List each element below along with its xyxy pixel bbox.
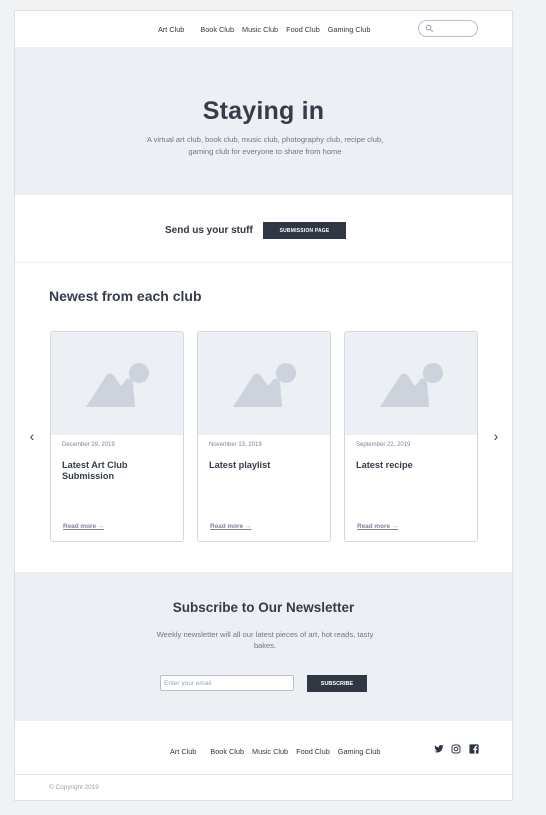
card-image-placeholder (345, 332, 477, 435)
nav-link-music-club[interactable]: Music Club (242, 25, 278, 34)
copyright-text: © Copyright 2019 (49, 784, 99, 791)
search-input[interactable] (418, 20, 478, 37)
footer-link-food-club[interactable]: Food Club (296, 747, 330, 756)
read-more-link[interactable]: Read more → (210, 523, 251, 530)
club-card[interactable]: September 22, 2019 Latest recipe Read mo… (344, 331, 478, 542)
page: Art Club Book Club Music Club Food Club … (14, 10, 513, 801)
footer-link-book-club[interactable]: Book Club (210, 747, 244, 756)
card-title: Latest recipe (356, 460, 413, 470)
nav-link-art-club[interactable]: Art Club (158, 25, 184, 34)
footer: Art Club Book Club Music Club Food Club … (15, 721, 512, 775)
subscribe-button[interactable]: SUBSCRIBE (307, 675, 367, 692)
card-title: Latest playlist (209, 460, 271, 470)
top-nav: Art Club Book Club Music Club Food Club … (15, 11, 512, 47)
carousel-prev-arrow[interactable]: ‹ (27, 429, 37, 443)
carousel-next-arrow[interactable]: › (491, 429, 501, 443)
image-placeholder-icon (233, 363, 296, 407)
card-image-placeholder (198, 332, 330, 435)
image-placeholder-icon (86, 363, 149, 407)
footer-link-gaming-club[interactable]: Gaming Club (338, 747, 381, 756)
email-field[interactable] (160, 675, 294, 691)
nav-links: Art Club Book Club Music Club Food Club … (158, 25, 378, 34)
footer-links: Art Club Book Club Music Club Food Club … (170, 747, 388, 756)
card-date: December 29, 2019 (62, 442, 115, 448)
twitter-icon[interactable] (434, 744, 444, 754)
card-date: November 13, 2019 (209, 442, 262, 448)
card-date: September 22, 2019 (356, 442, 411, 448)
nav-link-gaming-club[interactable]: Gaming Club (328, 25, 371, 34)
image-placeholder-icon (380, 363, 443, 407)
submission-section: Send us your stuff SUBMISSION PAGE (15, 195, 512, 263)
submission-label: Send us your stuff (165, 225, 253, 236)
facebook-icon[interactable] (469, 744, 479, 754)
search-icon (425, 24, 434, 33)
read-more-link[interactable]: Read more → (63, 523, 104, 530)
hero-title: Staying in (202, 97, 325, 125)
nav-link-food-club[interactable]: Food Club (286, 25, 320, 34)
nav-link-book-club[interactable]: Book Club (200, 25, 234, 34)
newest-heading: Newest from each club (49, 288, 202, 304)
card-title: Latest Art Club Submission (62, 460, 128, 481)
newsletter-section: Subscribe to Our Newsletter Weekly newsl… (15, 572, 512, 721)
newsletter-heading: Subscribe to Our Newsletter (172, 600, 355, 615)
read-more-link[interactable]: Read more → (357, 523, 398, 530)
hero-banner: Staying in A virtual art club, book club… (15, 47, 512, 195)
club-card[interactable]: December 29, 2019 Latest Art Club Submis… (50, 331, 184, 542)
footer-link-art-club[interactable]: Art Club (170, 747, 196, 756)
newsletter-text: Weekly newsletter will all our latest pi… (156, 630, 374, 650)
submission-page-button[interactable]: SUBMISSION PAGE (263, 222, 346, 239)
club-card[interactable]: November 13, 2019 Latest playlist Read m… (197, 331, 331, 542)
hero-subtitle: A virtual art club, book club, music clu… (146, 135, 384, 156)
card-image-placeholder (51, 332, 183, 435)
footer-link-music-club[interactable]: Music Club (252, 747, 288, 756)
instagram-icon[interactable] (451, 744, 461, 754)
